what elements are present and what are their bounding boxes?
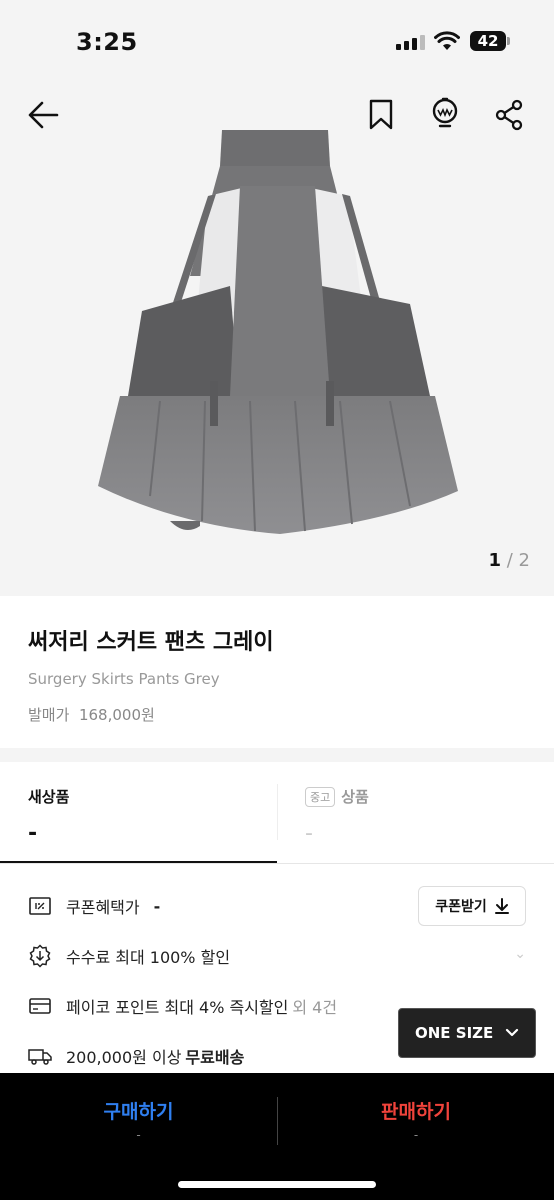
shipping-benefit[interactable]: 200,000원 이상 무료배송 <box>28 1044 244 1068</box>
product-subtitle: Surgery Skirts Pants Grey <box>28 670 220 688</box>
gallery-pager: 1 / 2 <box>488 550 530 571</box>
coupon-label: 쿠폰혜택가 <box>66 898 140 917</box>
sell-label: 판매하기 <box>381 1101 451 1123</box>
product-image[interactable] <box>90 126 465 546</box>
get-coupon-button[interactable]: 쿠폰받기 <box>418 886 526 926</box>
wifi-icon <box>434 31 460 50</box>
release-price-label: 발매가 <box>28 706 70 724</box>
tab-new-value: - <box>28 821 38 846</box>
tab-used[interactable]: 중고 상품 - <box>277 762 554 864</box>
discount-icon <box>28 944 52 968</box>
fee-benefit[interactable]: 수수료 최대 100% 할인 <box>28 944 230 968</box>
chevron-down-icon[interactable]: ⌄ <box>514 946 526 962</box>
buy-price: - <box>136 1128 141 1142</box>
battery-level: 42 <box>477 32 499 50</box>
cellular-signal-icon <box>396 34 425 50</box>
product-gallery[interactable]: 1 / 2 <box>0 84 554 596</box>
truck-icon <box>28 1044 52 1068</box>
action-bar: 구매하기 - 판매하기 - <box>0 1073 554 1200</box>
status-time: 3:25 <box>76 28 138 56</box>
used-chip: 중고 <box>305 786 336 807</box>
status-bar: 3:25 42 <box>0 0 554 84</box>
condition-tabs: 새상품 - 중고 상품 - <box>0 762 554 864</box>
size-select[interactable]: ONE SIZE <box>398 1008 536 1058</box>
buy-button[interactable]: 구매하기 - <box>0 1073 277 1153</box>
coupon-icon <box>28 894 52 918</box>
coupon-benefit: 쿠폰혜택가 - <box>28 894 160 918</box>
back-arrow-icon[interactable] <box>26 98 60 132</box>
tab-new[interactable]: 새상품 - <box>0 762 277 864</box>
pager-current: 1 <box>488 550 501 571</box>
release-price: 발매가 168,000원 <box>28 704 526 725</box>
pager-total: 2 <box>518 550 530 571</box>
product-title: 써저리 스커트 팬츠 그레이 <box>28 630 274 655</box>
tabs-underline <box>0 863 554 864</box>
release-price-value: 168,000원 <box>78 706 155 724</box>
alarm-icon[interactable] <box>428 96 462 130</box>
download-icon <box>494 898 509 914</box>
payco-extra: 외 4건 <box>292 998 338 1017</box>
payco-text: 페이코 포인트 최대 4% 즉시할인 <box>66 998 289 1017</box>
get-coupon-label: 쿠폰받기 <box>435 899 487 915</box>
chevron-down-icon <box>505 1028 519 1037</box>
payco-benefit[interactable]: 페이코 포인트 최대 4% 즉시할인 외 4건 <box>28 994 337 1018</box>
buy-label: 구매하기 <box>103 1101 174 1123</box>
sell-price: - <box>413 1128 419 1142</box>
home-indicator[interactable] <box>178 1181 376 1188</box>
coupon-value: - <box>153 896 161 916</box>
tab-used-label: 상품 <box>341 788 369 806</box>
card-icon <box>28 994 52 1018</box>
size-select-value: ONE SIZE <box>415 1024 494 1042</box>
section-divider <box>0 748 554 762</box>
sell-button[interactable]: 판매하기 - <box>278 1073 554 1153</box>
tab-used-label-row: 중고 상품 <box>305 786 526 807</box>
battery-icon: 42 <box>470 31 510 51</box>
shipping-text: 200,000원 이상 <box>66 1048 182 1067</box>
product-info: 써저리 스커트 팬츠 그레이 Surgery Skirts Pants Grey… <box>0 596 554 748</box>
shipping-bold: 무료배송 <box>185 1048 245 1067</box>
share-icon[interactable] <box>492 98 526 132</box>
tab-new-label: 새상품 <box>28 788 70 806</box>
tab-used-value: - <box>305 821 313 846</box>
pager-separator: / <box>506 550 513 571</box>
fee-text: 수수료 최대 100% 할인 <box>66 948 231 967</box>
